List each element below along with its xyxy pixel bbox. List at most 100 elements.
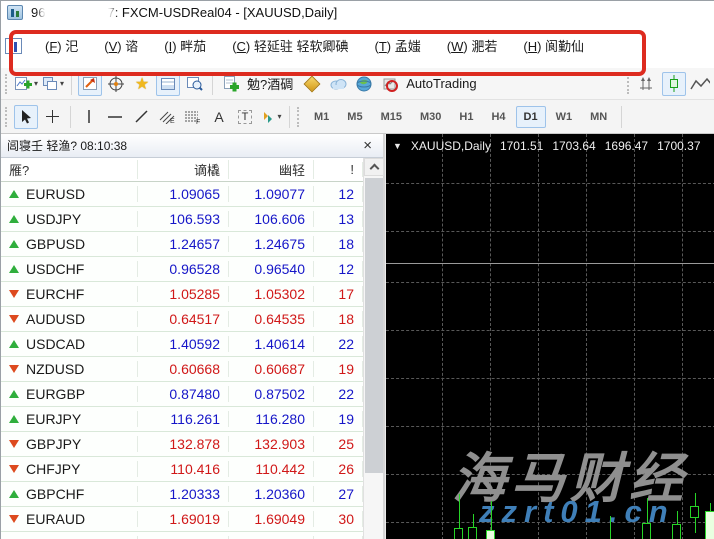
crosshair-tool-button[interactable] bbox=[40, 105, 64, 129]
menu-item[interactable]: (C) 轻延驻 轻软卿碘 bbox=[219, 32, 361, 59]
spread-cell: 19 bbox=[314, 361, 363, 377]
timeframe-button[interactable]: M1 bbox=[306, 106, 337, 128]
timeframe-button[interactable]: M5 bbox=[339, 106, 370, 128]
chart-dropdown-icon[interactable]: ▼ bbox=[393, 141, 402, 151]
menu-item[interactable]: (V) 谘 bbox=[91, 32, 151, 59]
menu-item[interactable]: (T) 孟媸 bbox=[362, 32, 434, 59]
symbol-cell: EURJPY bbox=[1, 411, 138, 427]
column-header-bid[interactable]: 谪橇 bbox=[138, 160, 229, 179]
market-watch-row[interactable]: GBPJPY 132.878 132.903 25 bbox=[1, 432, 363, 457]
toolbar-drag-handle[interactable] bbox=[297, 106, 300, 127]
new-order-label[interactable]: 勉?酒碉 bbox=[247, 74, 293, 93]
market-watch-row[interactable]: NZDUSD 0.60668 0.60687 19 bbox=[1, 357, 363, 382]
toolbar-drag-handle[interactable] bbox=[5, 73, 8, 94]
data-window-button[interactable] bbox=[104, 72, 128, 96]
cursor-tool-button[interactable] bbox=[14, 104, 38, 129]
market-cloud-button[interactable] bbox=[326, 72, 350, 96]
market-watch-row[interactable]: EURUSD 1.09065 1.09077 12 bbox=[1, 182, 363, 207]
terminal-button[interactable] bbox=[156, 71, 181, 96]
spread-cell: 27 bbox=[314, 486, 363, 502]
toolbar-drag-handle[interactable] bbox=[627, 73, 630, 94]
new-order-icon bbox=[224, 75, 240, 91]
new-order-button[interactable] bbox=[219, 72, 243, 96]
timeframe-button[interactable]: W1 bbox=[548, 106, 581, 128]
market-watch-row[interactable]: GBPUSD 1.24657 1.24675 18 bbox=[1, 232, 363, 257]
menu-item[interactable]: (H) 阆勤仙 bbox=[510, 32, 597, 59]
ask-cell: 1.20360 bbox=[229, 486, 314, 502]
toolbar-separator bbox=[289, 105, 290, 128]
scroll-up-button[interactable] bbox=[364, 158, 384, 176]
line-chart-button[interactable] bbox=[688, 72, 712, 96]
metaeditor-button[interactable] bbox=[300, 72, 324, 96]
toolbar-separator bbox=[70, 105, 71, 128]
menu-bar: (F) 汜 (V) 谘 (I) 畔茄 (C) 轻延驻 轻软卿碘 (T) 孟媸 (… bbox=[1, 23, 714, 68]
timeframe-button[interactable]: D1 bbox=[515, 105, 546, 128]
market-watch-row[interactable]: AUDUSD 0.64517 0.64535 18 bbox=[1, 307, 363, 332]
timeframe-button[interactable]: H1 bbox=[451, 106, 481, 128]
chevron-up-icon bbox=[369, 163, 379, 174]
chart-canvas[interactable]: 海马财经 zzrt01.cn ▼ XAUUSD,Daily 1701.51 17… bbox=[385, 134, 714, 539]
scrollbar-thumb[interactable] bbox=[365, 178, 383, 473]
market-watch-row[interactable]: CHFJPY 110.416 110.442 26 bbox=[1, 457, 363, 482]
timeframe-button[interactable]: H4 bbox=[483, 106, 513, 128]
chart-document-icon[interactable] bbox=[5, 37, 22, 54]
candlestick-chart-button[interactable] bbox=[662, 71, 686, 96]
ask-cell: 0.64535 bbox=[229, 311, 314, 327]
community-globe-button[interactable] bbox=[352, 72, 376, 96]
market-watch-toggle-button[interactable] bbox=[78, 71, 103, 96]
spread-cell: 12 bbox=[314, 186, 363, 202]
symbol-cell: GBPJPY bbox=[1, 436, 138, 452]
chart-shift-button[interactable] bbox=[636, 72, 660, 96]
equidistant-channel-tool-button[interactable]: E bbox=[155, 105, 179, 129]
market-watch-row[interactable]: GBPCHF 1.20333 1.20360 27 bbox=[1, 482, 363, 507]
menu-item[interactable]: (F) 汜 bbox=[32, 32, 91, 59]
market-watch-row[interactable]: EURCHF 1.05285 1.05302 17 bbox=[1, 282, 363, 307]
trendline-tool-button[interactable] bbox=[129, 105, 153, 129]
market-watch-row[interactable]: EURCAD 1.53343 1.53369 27 bbox=[1, 532, 363, 539]
market-watch-row[interactable]: USDCHF 0.96528 0.96540 12 bbox=[1, 257, 363, 282]
trend-arrow-icon bbox=[9, 290, 19, 298]
symbol-cell: USDJPY bbox=[1, 211, 138, 227]
app-icon[interactable] bbox=[7, 4, 23, 20]
market-watch-icon bbox=[83, 77, 98, 90]
column-header-symbol[interactable]: 雁? bbox=[1, 160, 138, 179]
autotrading-button[interactable] bbox=[378, 72, 402, 96]
close-icon[interactable]: × bbox=[358, 137, 377, 154]
menu-item[interactable]: (I) 畔茄 bbox=[151, 32, 219, 59]
bid-cell: 0.60668 bbox=[138, 361, 229, 377]
navigator-button[interactable]: ★ bbox=[130, 72, 154, 96]
vertical-line-tool-button[interactable] bbox=[77, 105, 101, 129]
market-watch-row[interactable]: EURJPY 116.261 116.280 19 bbox=[1, 407, 363, 432]
dropdown-caret-icon: ▾ bbox=[34, 79, 39, 88]
fibonacci-tool-button[interactable]: F bbox=[181, 105, 205, 129]
timeframe-button[interactable]: MN bbox=[582, 106, 615, 128]
timeframe-button[interactable]: M15 bbox=[373, 106, 410, 128]
text-tool-button[interactable]: A bbox=[207, 105, 231, 129]
market-watch-scrollbar[interactable] bbox=[363, 158, 384, 539]
chart-open: 1701.51 bbox=[499, 139, 544, 153]
zigzag-icon bbox=[690, 77, 710, 89]
toolbar-drag-handle[interactable] bbox=[5, 106, 8, 127]
dropdown-caret-icon: ▾ bbox=[60, 79, 65, 88]
chart-symbol-period: XAUUSD,Daily bbox=[410, 139, 491, 153]
menu-item[interactable]: (W) 淝若 bbox=[434, 32, 511, 59]
bid-cell: 132.878 bbox=[138, 436, 229, 452]
profiles-button[interactable]: ▾ bbox=[41, 72, 65, 96]
spread-cell: 18 bbox=[314, 311, 363, 327]
arrows-tool-button[interactable]: ▾ bbox=[259, 105, 283, 129]
column-header-ask[interactable]: 幽轻 bbox=[229, 160, 314, 179]
horizontal-line-tool-button[interactable] bbox=[103, 105, 127, 129]
label-tool-button[interactable]: T bbox=[233, 105, 257, 129]
market-watch-row[interactable]: USDCAD 1.40592 1.40614 22 bbox=[1, 332, 363, 357]
strategy-tester-button[interactable] bbox=[182, 72, 206, 96]
timeframe-button[interactable]: M30 bbox=[412, 106, 449, 128]
column-header-spread[interactable]: ! bbox=[314, 162, 363, 177]
autotrading-label[interactable]: AutoTrading bbox=[406, 76, 476, 91]
new-chart-button[interactable]: ▾ bbox=[14, 72, 39, 96]
market-watch-row[interactable]: EURAUD 1.69019 1.69049 30 bbox=[1, 507, 363, 532]
market-watch-row[interactable]: EURGBP 0.87480 0.87502 22 bbox=[1, 382, 363, 407]
market-watch-row[interactable]: USDJPY 106.593 106.606 13 bbox=[1, 207, 363, 232]
fibo-letter: F bbox=[196, 119, 200, 124]
bid-cell: 116.261 bbox=[138, 411, 229, 427]
bid-cell: 106.593 bbox=[138, 211, 229, 227]
